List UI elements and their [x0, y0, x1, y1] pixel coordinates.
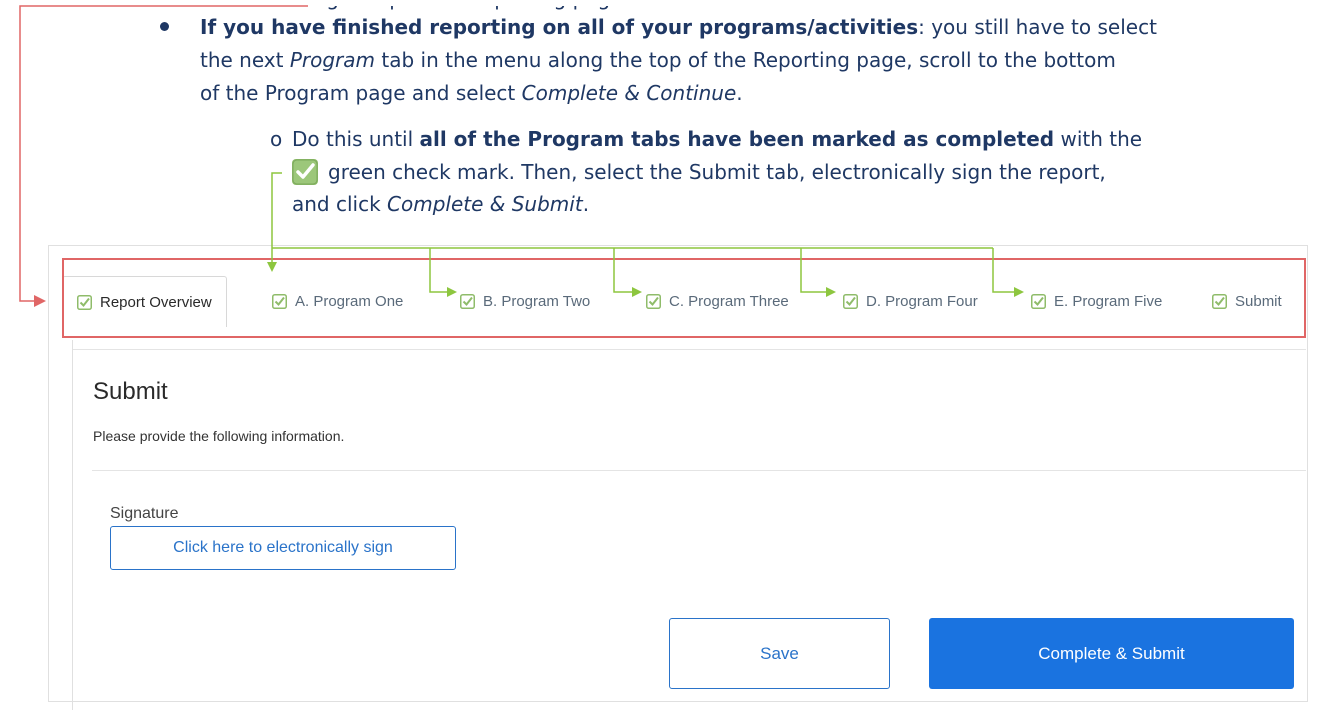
annotation-arrows	[19, 5, 1024, 307]
